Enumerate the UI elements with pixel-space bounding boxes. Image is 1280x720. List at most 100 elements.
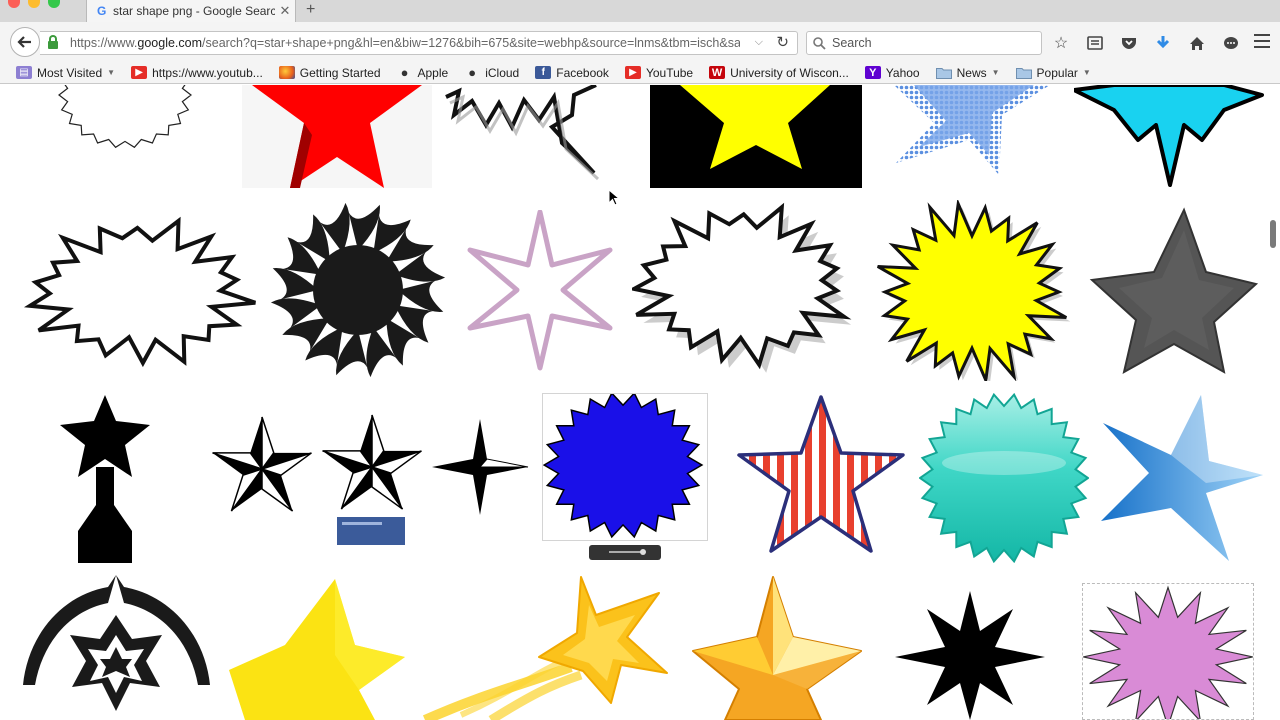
reading-list-icon[interactable] xyxy=(1084,32,1106,54)
chat-icon[interactable] xyxy=(1220,32,1242,54)
result-comic-burst[interactable] xyxy=(20,200,257,381)
bookmark-label: Apple xyxy=(417,65,449,80)
trophy-star-image xyxy=(60,395,150,563)
red-star-image xyxy=(252,85,422,188)
blue-seal-image xyxy=(543,394,704,539)
result-gold-star[interactable] xyxy=(681,575,865,720)
result-blue-seal[interactable] xyxy=(542,393,708,541)
cyan-star-image xyxy=(1074,85,1264,187)
tab-active[interactable]: G star shape png - Google Search ✕ xyxy=(86,0,296,22)
bookmark-label: Popular xyxy=(1036,65,1078,80)
window-controls xyxy=(8,0,60,8)
google-favicon-icon: G xyxy=(97,4,107,18)
bookmark-youtube-url[interactable]: ▶ https://www.youtub... xyxy=(131,66,263,80)
result-black-8point-star[interactable] xyxy=(877,575,1063,720)
result-yellow-star-black[interactable] xyxy=(650,85,862,188)
result-striped-star[interactable] xyxy=(735,393,907,563)
close-tab-icon[interactable]: ✕ xyxy=(275,3,295,19)
result-red-star[interactable] xyxy=(242,85,432,188)
firefox-icon xyxy=(278,66,295,79)
result-pink-burst[interactable] xyxy=(1082,583,1254,720)
close-window-button[interactable] xyxy=(8,0,20,8)
pink-burst-image xyxy=(1083,585,1253,719)
youtube-icon: ▶ xyxy=(131,66,148,79)
result-halftone-star[interactable] xyxy=(874,85,1062,188)
url-bar[interactable]: https://www.google.com/search?q=star+sha… xyxy=(40,31,798,55)
bookmark-star-icon[interactable]: ☆ xyxy=(1050,32,1072,54)
yellow-star-image xyxy=(680,85,830,169)
url-host: google.com xyxy=(137,36,203,50)
bookmark-youtube[interactable]: ▶ YouTube xyxy=(624,66,693,80)
result-cyan-star[interactable] xyxy=(1074,85,1264,188)
lock-icon xyxy=(48,35,58,49)
tab-strip: G star shape png - Google Search ✕ + xyxy=(0,0,1280,22)
bookmark-most-visited[interactable]: ▤ Most Visited ▼ xyxy=(16,66,115,80)
points-slider[interactable] xyxy=(589,545,661,560)
result-starburst-outline[interactable] xyxy=(20,85,230,188)
shadow-burst-image xyxy=(632,202,852,373)
search-placeholder: Search xyxy=(832,36,872,50)
bookmark-label: Getting Started xyxy=(299,65,381,80)
result-nautical-stars[interactable] xyxy=(202,409,529,545)
bookmark-label: https://www.youtub... xyxy=(152,65,263,80)
zoom-window-button[interactable] xyxy=(48,0,60,8)
result-tribal-sun[interactable] xyxy=(268,200,448,381)
folder-icon xyxy=(935,66,952,79)
nautical-stars-image xyxy=(212,414,529,545)
bookmark-label: Facebook xyxy=(556,65,609,80)
result-shadow-burst[interactable] xyxy=(632,200,862,381)
history-dropdown-icon[interactable]: ⌵ xyxy=(755,36,763,49)
result-yellow-star[interactable] xyxy=(225,575,409,720)
bookmark-news-folder[interactable]: News ▼ xyxy=(935,66,1000,80)
result-purple-star[interactable] xyxy=(460,210,620,371)
back-arrow-icon xyxy=(17,36,31,48)
tribal-sun-image xyxy=(270,202,446,378)
speech-burst-image xyxy=(445,85,600,181)
result-blue-gloss-star[interactable] xyxy=(1101,393,1264,563)
apple-icon: ● xyxy=(468,65,477,80)
bookmark-apple[interactable]: ● Apple xyxy=(397,65,449,80)
back-button[interactable] xyxy=(10,27,40,57)
bookmark-icloud[interactable]: ● iCloud xyxy=(464,65,519,80)
blue-gloss-star-image xyxy=(1101,395,1263,561)
result-tribal-star[interactable] xyxy=(20,575,213,720)
hamburger-menu-icon[interactable] xyxy=(1254,34,1270,50)
result-teal-seal[interactable] xyxy=(919,393,1089,563)
reload-icon[interactable]: ↻ xyxy=(776,33,789,51)
search-bar[interactable]: Search xyxy=(806,31,1042,55)
most-visited-icon: ▤ xyxy=(16,66,32,79)
result-yellow-burst[interactable] xyxy=(874,200,1072,381)
result-speech-burst[interactable] xyxy=(444,85,638,188)
result-grey-star[interactable] xyxy=(1084,200,1264,381)
vertical-scrollbar-thumb[interactable] xyxy=(1270,220,1276,248)
bookmark-facebook[interactable]: f Facebook xyxy=(535,66,609,80)
gold-star-image xyxy=(692,576,862,720)
mouse-cursor-icon xyxy=(608,189,620,206)
result-trophy-star[interactable] xyxy=(20,393,190,563)
bookmark-yahoo[interactable]: Y Yahoo xyxy=(864,65,920,80)
url-text[interactable]: https://www.google.com/search?q=star+sha… xyxy=(70,36,740,50)
folder-icon xyxy=(1015,66,1032,79)
bookmark-getting-started[interactable]: Getting Started xyxy=(278,65,381,80)
striped-star-image xyxy=(737,395,905,553)
teal-seal-image xyxy=(919,393,1089,563)
bookmark-uw[interactable]: W University of Wiscon... xyxy=(709,66,849,80)
url-prefix: https://www. xyxy=(70,36,138,50)
image-results-grid xyxy=(0,85,1280,720)
home-icon[interactable] xyxy=(1186,32,1208,54)
bookmark-label: Yahoo xyxy=(885,65,920,80)
minimize-window-button[interactable] xyxy=(28,0,40,8)
bookmark-popular-folder[interactable]: Popular ▼ xyxy=(1015,65,1091,80)
pocket-icon[interactable] xyxy=(1118,32,1140,54)
slider-track-image xyxy=(609,549,646,555)
shooting-star-image xyxy=(422,576,668,720)
apple-icon: ● xyxy=(400,65,409,80)
downloads-icon[interactable] xyxy=(1152,32,1174,54)
bookmark-label: Most Visited xyxy=(37,65,103,80)
comic-burst-image xyxy=(23,216,256,368)
chevron-down-icon: ▼ xyxy=(1082,68,1091,77)
url-path: /search?q=star+shape+png&hl=en&biw=1276&… xyxy=(202,36,740,50)
new-tab-button[interactable]: + xyxy=(306,1,315,19)
result-shooting-star[interactable] xyxy=(421,575,669,720)
navigation-bar: https://www.google.com/search?q=star+sha… xyxy=(0,22,1280,62)
